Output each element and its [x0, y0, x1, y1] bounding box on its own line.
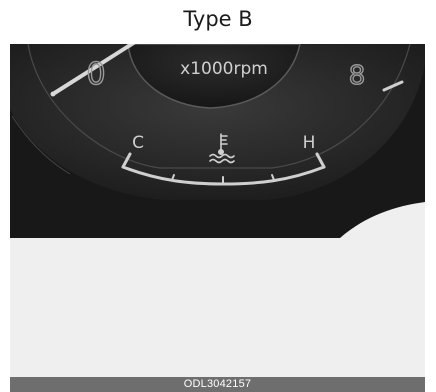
temp-cold-label: C	[132, 133, 144, 153]
cluster-illustration: 0 8 x1000rpm C H	[10, 44, 425, 382]
tachometer-numeral-8: 8	[349, 61, 366, 91]
figure-title: Type B	[183, 7, 253, 31]
figure-code: ODL3042157	[183, 378, 252, 390]
tachometer-numeral-0: 0	[86, 57, 105, 92]
rpm-unit-label: x1000rpm	[180, 59, 268, 79]
cluster-artwork: 0 8 x1000rpm C H	[10, 44, 425, 238]
temp-hot-label: H	[303, 133, 316, 153]
figure-code-bar: ODL3042157	[10, 377, 425, 392]
